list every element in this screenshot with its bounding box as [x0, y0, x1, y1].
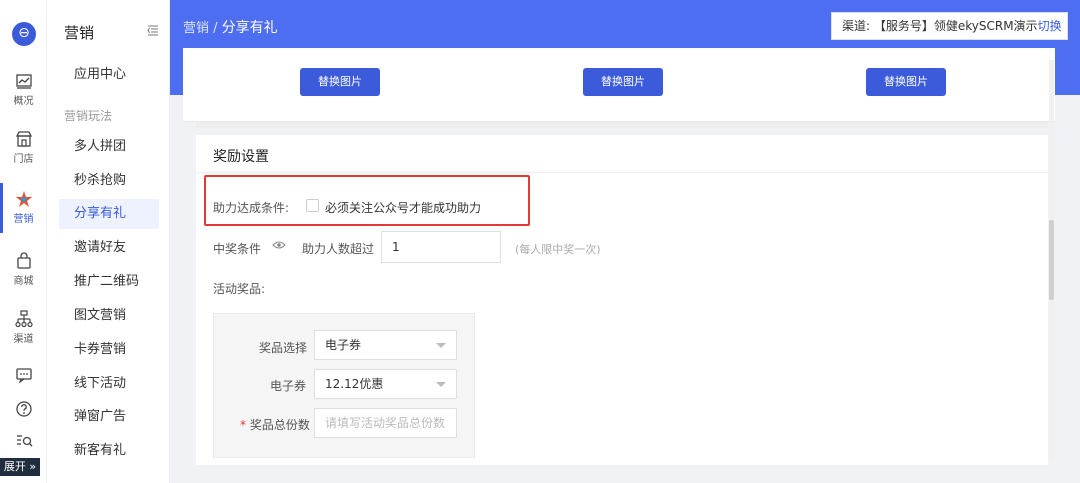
nav-item[interactable]: 卡券营销 [59, 335, 159, 365]
nav-item[interactable]: 多人拼团 [59, 132, 159, 162]
nav-item[interactable]: 邀请好友 [59, 233, 159, 263]
prize-type-value: 电子券 [325, 338, 362, 352]
channel-value: 【服务号】领健ekySCRM演示 [873, 19, 1038, 33]
win-condition-label: 中奖条件 [213, 242, 262, 256]
channel-tree-icon [14, 310, 33, 328]
nav-title: 营销 [64, 24, 95, 42]
app-logo-icon[interactable]: ⊖ [12, 22, 36, 46]
section-divider [196, 172, 1048, 173]
coupon-label: 电子券 [270, 379, 307, 393]
rail-item-channel[interactable]: 渠道 [0, 310, 47, 345]
shop-bag-icon [16, 252, 31, 269]
chart-icon [15, 74, 32, 89]
nav-item-app-center[interactable]: 应用中心 [59, 60, 159, 90]
help-icon [15, 401, 32, 417]
rail-label: 营销 [13, 214, 34, 225]
rail-item-messages[interactable] [0, 366, 47, 384]
nav-item[interactable]: 新客有礼 [59, 436, 159, 466]
coupon-value: 12.12优惠 [325, 377, 384, 391]
chevron-down-icon [436, 382, 446, 387]
breadcrumb: 营销 / 分享有礼 [183, 17, 278, 37]
nav-item[interactable]: 线下活动 [59, 369, 159, 399]
replace-image-button[interactable]: 替换图片 [583, 68, 663, 96]
nav-item[interactable]: 秒杀抢购 [59, 166, 159, 196]
card-separator [196, 122, 1048, 128]
chat-icon [15, 368, 32, 384]
replace-image-button[interactable]: 替换图片 [300, 68, 380, 96]
channel-selector: 渠道: 【服务号】领健ekySCRM演示切换 [831, 12, 1068, 40]
breadcrumb-parent[interactable]: 营销 [183, 21, 209, 36]
scrollbar-thumb[interactable] [1049, 220, 1054, 300]
channel-switch-link[interactable]: 切换 [1038, 19, 1062, 33]
search-list-icon [16, 435, 32, 447]
nav-group-label: 营销玩法 [64, 109, 113, 123]
icon-rail: ⊖ 概况 门店 营销 商城 渠道 展开 » [0, 0, 47, 483]
win-limit-hint: (每人限中奖一次) [515, 243, 601, 256]
rail-label: 渠道 [13, 334, 34, 345]
replace-image-button[interactable]: 替换图片 [866, 68, 946, 96]
marketing-icon [15, 191, 32, 207]
follow-required-checkbox[interactable] [306, 199, 319, 212]
assist-condition-label: 助力达成条件: [213, 201, 290, 215]
chevron-down-icon [436, 343, 446, 348]
breadcrumb-current: 分享有礼 [221, 20, 278, 36]
follow-required-option-label[interactable]: 必须关注公众号才能成功助力 [325, 199, 481, 216]
required-marker: * [240, 418, 246, 432]
rail-item-marketing[interactable]: 营销 [0, 190, 47, 225]
channel-prefix: 渠道: [842, 19, 874, 33]
total-count-placeholder: 请填写活动奖品总份数 [325, 416, 446, 430]
collapse-menu-icon[interactable] [147, 24, 159, 36]
nav-item-active[interactable]: 分享有礼 [59, 199, 159, 229]
total-count-label: * 奖品总份数 [240, 416, 310, 433]
assist-count-label: 助力人数超过 [302, 242, 375, 256]
eye-icon[interactable] [272, 240, 286, 250]
rail-label: 商城 [13, 276, 34, 287]
prize-type-label: 奖品选择 [259, 341, 308, 355]
rail-item-overview[interactable]: 概况 [0, 72, 47, 107]
expand-button[interactable]: 展开 » [0, 458, 40, 476]
rail-item-store[interactable]: 门店 [0, 130, 47, 165]
nav-item[interactable]: 图文营销 [59, 301, 159, 331]
coupon-select[interactable]: 12.12优惠 [314, 369, 457, 399]
rail-label: 门店 [13, 154, 34, 165]
breadcrumb-separator: / [209, 21, 222, 36]
reward-section-title: 奖励设置 [213, 149, 269, 165]
nav-item[interactable]: 推广二维码 [59, 267, 159, 297]
total-count-label-text: 奖品总份数 [249, 418, 310, 432]
rail-label: 概况 [13, 96, 34, 107]
rail-item-help[interactable] [0, 400, 47, 418]
assist-count-input[interactable]: 1 [381, 231, 501, 263]
prize-label: 活动奖品: [213, 282, 266, 296]
rail-item-search[interactable] [0, 432, 47, 450]
prize-type-select[interactable]: 电子券 [314, 330, 457, 360]
rail-item-shop[interactable]: 商城 [0, 252, 47, 287]
store-icon [15, 131, 32, 147]
total-count-input[interactable]: 请填写活动奖品总份数 [314, 408, 457, 438]
nav-item[interactable]: 弹窗广告 [59, 402, 159, 432]
